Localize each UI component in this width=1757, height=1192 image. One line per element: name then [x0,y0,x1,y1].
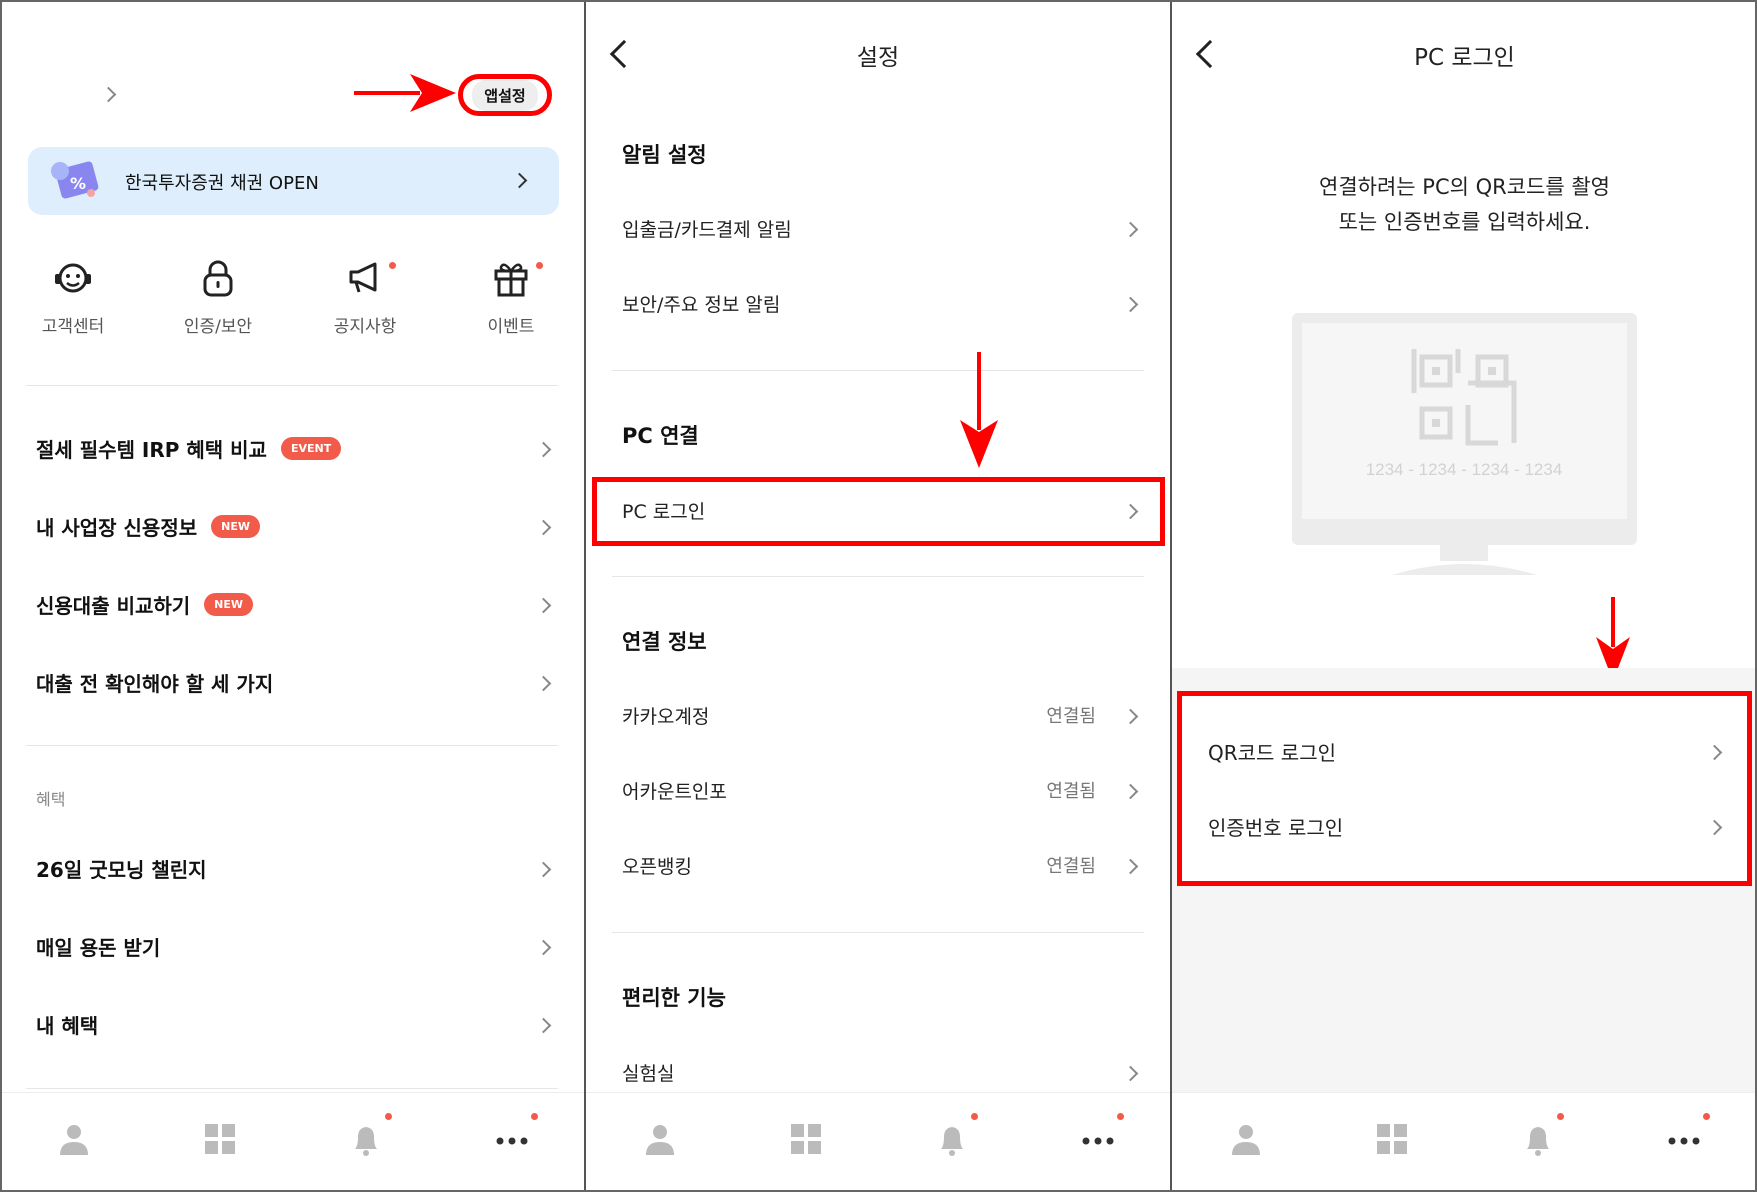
grid-icon[interactable] [1372,1119,1412,1159]
bell-new-dot [1557,1113,1564,1120]
settings-screen: 설정 알림 설정 입출금/카드결제 알림 보안/주요 정보 알림 PC 연결 P… [586,0,1170,1192]
annotation-arrow [960,352,998,468]
pc-login-screen: PC 로그인 연결하려는 PC의 QR코드를 촬영 또는 인증번호를 입력하세요… [1172,0,1757,1192]
quick-action-auth-security[interactable]: 인증/보안 [158,258,278,337]
divider [612,576,1144,577]
annotation-highlight-box [1177,691,1752,886]
section-label-benefits: 혜택 [36,790,66,809]
quick-action-label: 고객센터 [41,317,105,337]
person-icon[interactable] [640,1119,680,1159]
menu-item-loan-checklist[interactable]: 대출 전 확인해야 할 세 가지 [36,662,556,702]
notice-new-dot [389,262,396,269]
section-header-connected-info: 연결 정보 [622,630,707,654]
quick-action-label: 인증/보안 [183,317,253,337]
bottom-tab-bar [1172,1092,1757,1192]
row-deposit-card-alert[interactable]: 입출금/카드결제 알림 [622,208,1132,248]
qr-code-login-row[interactable]: QR코드 로그인 [1208,731,1718,771]
bell-new-dot [385,1113,392,1120]
divider [612,932,1144,933]
megaphone-icon [349,262,377,293]
quick-action-label: 공지사항 [333,317,397,337]
menu-item-goodmorning-challenge[interactable]: 26일 굿모닝 챌린지 [36,848,556,888]
instruction-text: 연결하려는 PC의 QR코드를 촬영 또는 인증번호를 입력하세요. [1319,175,1610,234]
grid-icon[interactable] [200,1119,240,1159]
more-menu-screen: 앱설정 % 한국투자증권 채권 OPEN 고객센터 인증/보안 공지사항 이벤트… [0,0,584,1192]
row-open-banking[interactable]: 오픈뱅킹 연결됨 [622,845,1132,885]
headset-smile-icon [55,263,91,293]
menu-item-credit-loan-compare[interactable]: 신용대출 비교하기 NEW [36,584,556,624]
row-lab[interactable]: 실험실 [622,1052,1132,1092]
status-connected: 연결됨 [1046,706,1096,727]
row-account-info[interactable]: 어카운트인포 연결됨 [622,770,1132,810]
bell-new-dot [971,1113,978,1120]
more-new-dot [1703,1113,1710,1120]
divider [26,745,558,746]
more-new-dot [1117,1113,1124,1120]
menu-item-business-credit[interactable]: 내 사업장 신용정보 NEW [36,506,556,546]
section-header-notification: 알림 설정 [622,143,707,167]
menu-item-my-benefits[interactable]: 내 혜택 [36,1004,556,1044]
person-icon[interactable] [54,1119,94,1159]
menu-item-daily-allowance[interactable]: 매일 용돈 받기 [36,926,556,966]
status-connected: 연결됨 [1046,856,1096,877]
bell-icon[interactable] [346,1119,386,1159]
monitor-code-text: 1234 - 1234 - 1234 - 1234 [1366,460,1563,479]
menu-item-irp[interactable]: 절세 필수템 IRP 혜택 비교 EVENT [36,428,556,468]
coupon-percent-icon: % [51,161,99,199]
section-header-convenient-features: 편리한 기능 [622,986,726,1010]
event-new-dot [536,262,543,269]
banner-text: 한국투자증권 채권 OPEN [125,173,319,194]
monitor-qr-illustration: 1234 - 1234 - 1234 - 1234 [1292,313,1637,575]
quick-action-notice[interactable]: 공지사항 [305,258,425,337]
page-title: PC 로그인 [1414,45,1515,71]
app-settings-label: 앱설정 [472,79,538,111]
lock-icon [203,260,233,297]
annotation-arrow [354,74,456,112]
bottom-tab-bar [0,1092,584,1192]
gift-icon [494,263,528,297]
section-header-pc-connection: PC 연결 [622,424,699,448]
divider [26,385,558,386]
bell-icon[interactable] [932,1119,972,1159]
more-new-dot [531,1113,538,1120]
quick-action-event[interactable]: 이벤트 [451,258,571,337]
profile-chevron-icon[interactable] [100,86,117,103]
bottom-tab-bar [586,1092,1170,1192]
banner-chevron-icon [511,172,528,189]
row-security-alert[interactable]: 보안/주요 정보 알림 [622,283,1132,323]
quick-action-label: 이벤트 [487,317,535,337]
grid-icon[interactable] [786,1119,826,1159]
row-pc-login[interactable]: PC 로그인 [622,490,1132,530]
bell-icon[interactable] [1518,1119,1558,1159]
row-kakao-account[interactable]: 카카오계정 연결됨 [622,695,1132,735]
person-icon[interactable] [1226,1119,1266,1159]
more-icon[interactable] [1078,1119,1118,1159]
more-icon[interactable] [1664,1119,1704,1159]
divider [26,1088,558,1089]
promo-banner[interactable]: % 한국투자증권 채권 OPEN [28,147,559,215]
new-badge: NEW [204,592,254,616]
page-title: 설정 [856,45,900,71]
event-badge: EVENT [280,436,342,460]
more-icon[interactable] [492,1119,532,1159]
app-settings-button[interactable]: 앱설정 [458,74,552,116]
new-badge: NEW [211,514,260,538]
svg-text:%: % [70,174,86,193]
divider [612,370,1144,371]
quick-action-customer-center[interactable]: 고객센터 [13,258,133,337]
auth-number-login-row[interactable]: 인증번호 로그인 [1208,806,1718,846]
status-connected: 연결됨 [1046,781,1096,802]
